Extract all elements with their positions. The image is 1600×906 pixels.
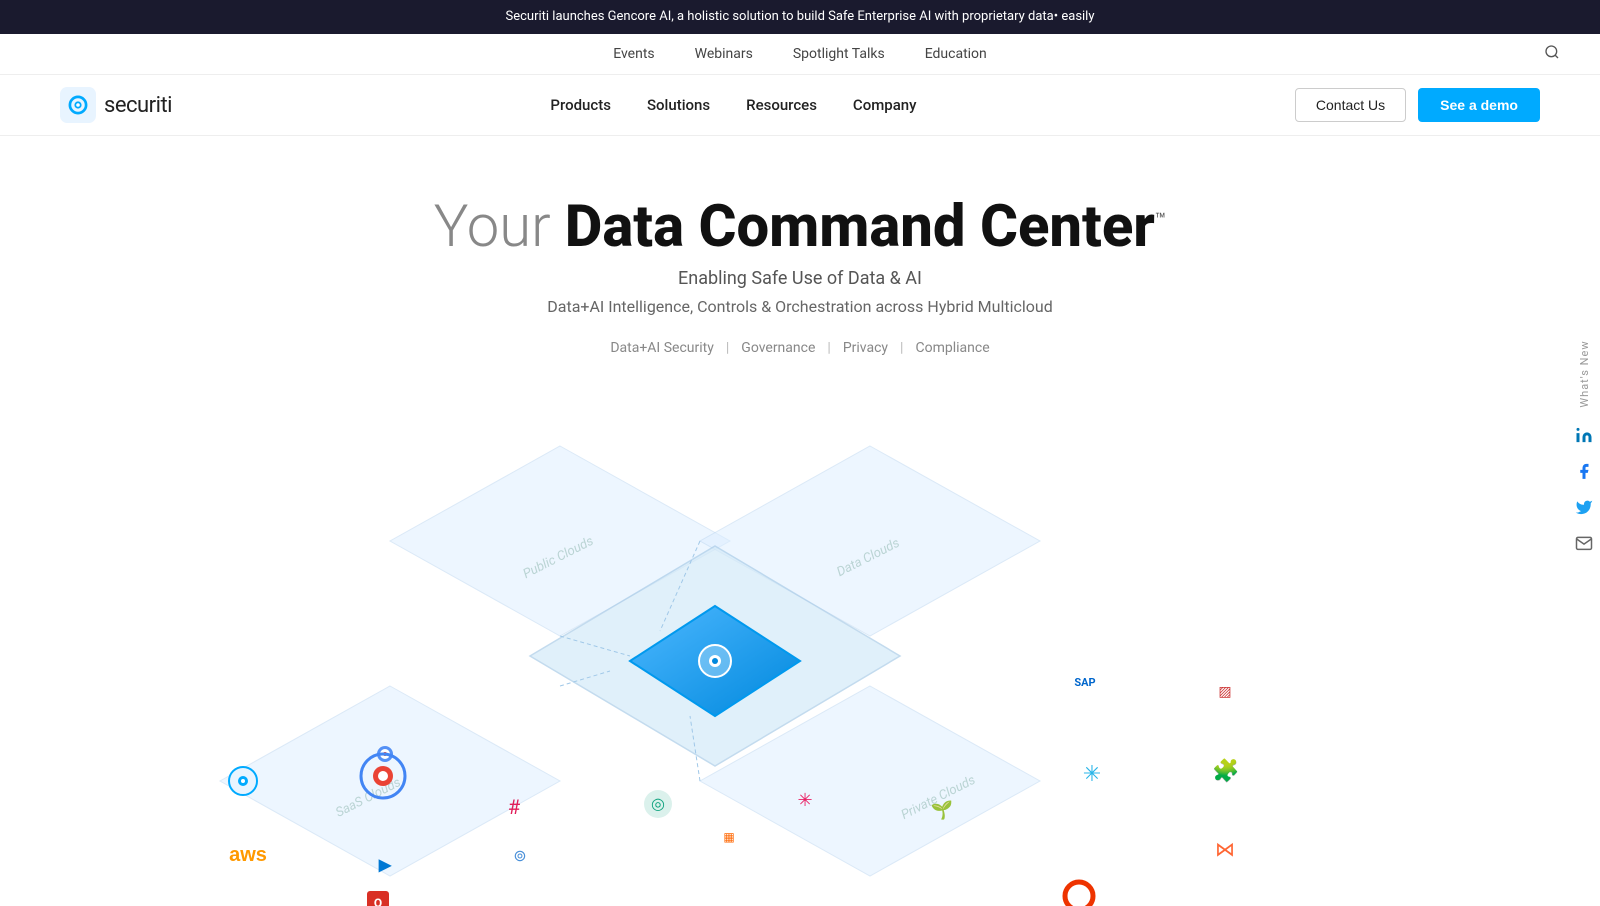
hero-tags: Data+AI Security | Governance | Privacy …: [20, 340, 1580, 356]
announcement-text: Securiti launches Gencore AI, a holistic…: [506, 9, 1095, 24]
nav-events[interactable]: Events: [613, 46, 654, 62]
tag-sep-2: |: [827, 340, 830, 356]
svg-text:◎: ◎: [651, 794, 665, 813]
tag-sep-3: |: [900, 340, 903, 356]
logo[interactable]: securiti: [60, 87, 172, 123]
nav-company[interactable]: Company: [853, 96, 917, 114]
svg-text:▨: ▨: [1218, 684, 1231, 700]
linkedin-icon[interactable]: [1568, 420, 1600, 452]
svg-text:#: #: [508, 795, 521, 819]
tag-governance: Governance: [741, 340, 815, 356]
svg-text:SAP: SAP: [1074, 676, 1095, 689]
svg-text:🌱: 🌱: [931, 800, 953, 821]
svg-text:⊚: ⊚: [513, 846, 526, 865]
contact-us-button[interactable]: Contact Us: [1295, 88, 1406, 122]
hero-subtitle: Enabling Safe Use of Data & AI: [20, 268, 1580, 289]
facebook-icon[interactable]: [1568, 456, 1600, 488]
email-icon[interactable]: [1568, 528, 1600, 560]
svg-text:O: O: [374, 896, 382, 906]
logo-text: securiti: [104, 93, 172, 118]
announcement-bar: Securiti launches Gencore AI, a holistic…: [0, 0, 1600, 34]
nav-resources[interactable]: Resources: [746, 96, 817, 114]
hero-title: Your Data Command Center™: [20, 196, 1580, 260]
twitter-icon[interactable]: [1568, 492, 1600, 524]
svg-text:🧩: 🧩: [1212, 758, 1239, 784]
logo-icon: [60, 87, 96, 123]
tag-data-ai-security: Data+AI Security: [610, 340, 714, 356]
nav-actions: Contact Us See a demo: [1295, 88, 1540, 122]
search-button[interactable]: [1544, 44, 1560, 65]
hero-title-bold: Data Command Center: [565, 193, 1155, 261]
nav-spotlight-talks[interactable]: Spotlight Talks: [793, 46, 885, 62]
nav-webinars[interactable]: Webinars: [695, 46, 753, 62]
hero-section: Your Data Command Center™ Enabling Safe …: [0, 136, 1600, 376]
nav-products[interactable]: Products: [550, 96, 611, 114]
svg-text:▶: ▶: [378, 855, 392, 874]
secondary-nav: Events Webinars Spotlight Talks Educatio…: [0, 34, 1600, 75]
nav-education[interactable]: Education: [925, 46, 987, 62]
tag-sep-1: |: [726, 340, 729, 356]
hero-description: Data+AI Intelligence, Controls & Orchest…: [20, 297, 1580, 316]
svg-text:aws: aws: [229, 844, 267, 866]
social-sidebar: What's New: [1568, 340, 1600, 559]
primary-nav: securiti Products Solutions Resources Co…: [0, 75, 1600, 136]
svg-text:⋈: ⋈: [1215, 837, 1235, 861]
svg-text:▦: ▦: [723, 830, 734, 844]
see-demo-button[interactable]: See a demo: [1418, 88, 1540, 122]
diagram-svg: Public Clouds Data Clouds SaaS Clouds Pr…: [0, 386, 1600, 906]
svg-text:✳: ✳: [1083, 762, 1101, 787]
primary-nav-links: Products Solutions Resources Company: [550, 96, 916, 114]
hero-title-tm: ™: [1155, 210, 1166, 231]
tag-privacy: Privacy: [843, 340, 888, 356]
svg-text:✳: ✳: [797, 790, 812, 811]
tag-compliance: Compliance: [915, 340, 989, 356]
hero-title-light: Your: [434, 193, 565, 261]
whats-new-label: What's New: [1578, 340, 1591, 407]
nav-solutions[interactable]: Solutions: [647, 96, 710, 114]
diagram-area: Public Clouds Data Clouds SaaS Clouds Pr…: [0, 386, 1600, 906]
